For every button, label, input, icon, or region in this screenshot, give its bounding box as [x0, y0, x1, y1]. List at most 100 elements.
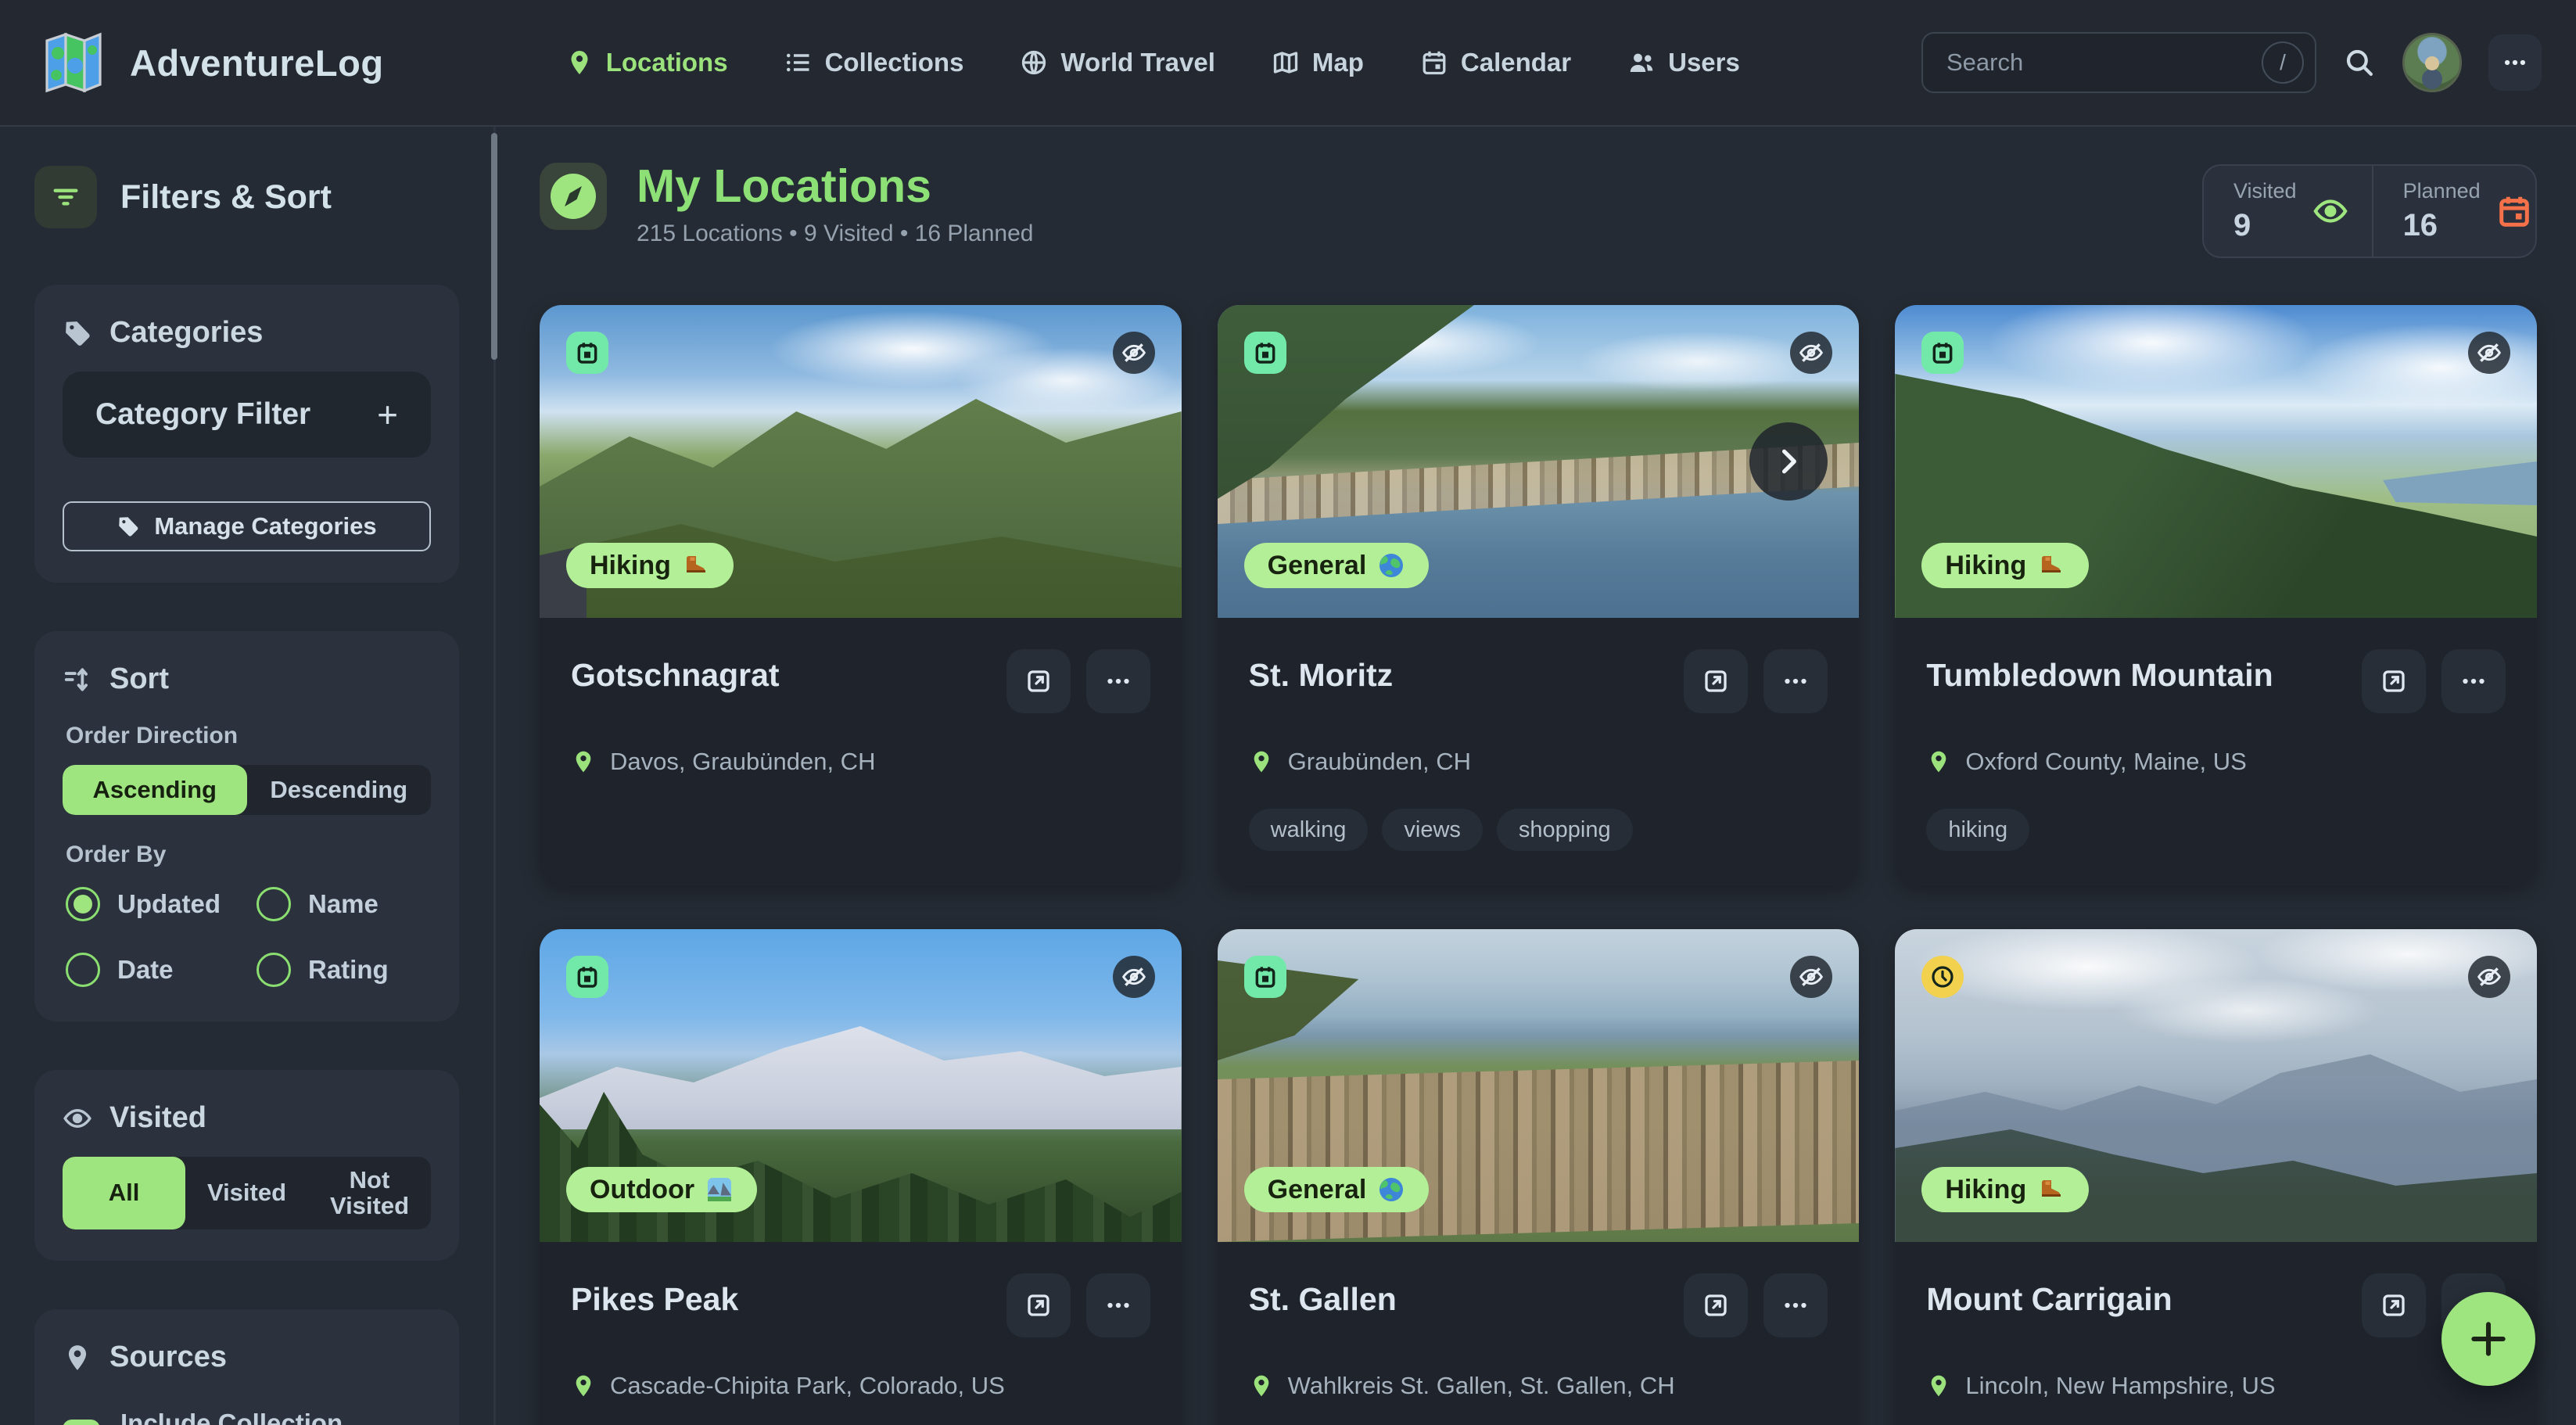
- open-location-button[interactable]: [2362, 1273, 2426, 1337]
- search-input[interactable]: [1946, 48, 2262, 77]
- hiking-boot-icon: [2037, 551, 2065, 580]
- visited-stat-value: 9: [2233, 208, 2297, 243]
- list-icon: [784, 48, 813, 77]
- location-photo[interactable]: Hiking: [1895, 929, 2537, 1242]
- include-collection-locations-checkbox-row[interactable]: Include Collection Locations: [63, 1409, 431, 1425]
- map-pin-icon: [63, 1343, 92, 1373]
- search-button[interactable]: [2343, 46, 2376, 79]
- segment-all[interactable]: All: [63, 1157, 185, 1229]
- nav-label: World Travel: [1060, 48, 1214, 77]
- user-avatar[interactable]: [2402, 33, 2462, 92]
- location-photo[interactable]: Hiking: [540, 305, 1182, 618]
- visited-section: Visited All Visited Not Visited: [34, 1070, 459, 1261]
- map-icon: [1272, 48, 1300, 77]
- location-card: Hiking Mount Carrigain: [1895, 929, 2537, 1425]
- nav-item-collections[interactable]: Collections: [784, 48, 964, 77]
- eye-off-icon: [1121, 340, 1146, 365]
- radio-name[interactable]: Name: [257, 887, 428, 921]
- carousel-next-button[interactable]: [1749, 422, 1828, 501]
- adventurelog-app: AdventureLog Locations Collections World…: [0, 0, 2576, 1425]
- nav-item-calendar[interactable]: Calendar: [1420, 48, 1571, 77]
- segment-not-visited[interactable]: Not Visited: [308, 1157, 431, 1229]
- open-location-button[interactable]: [1006, 1273, 1071, 1337]
- planned-stat: Planned 16: [2372, 166, 2556, 257]
- radio-circle: [66, 887, 100, 921]
- category-pill: General: [1244, 543, 1430, 588]
- sort-section: Sort Order Direction Ascending Descendin…: [34, 631, 459, 1021]
- compass-icon-box: [540, 163, 607, 230]
- planned-stat-label: Planned: [2403, 179, 2481, 203]
- checkbox-checked: [63, 1420, 100, 1425]
- radio-rating[interactable]: Rating: [257, 953, 428, 987]
- card-menu-button[interactable]: [1086, 649, 1150, 713]
- card-menu-button[interactable]: [1763, 649, 1828, 713]
- add-location-button[interactable]: [2441, 1292, 2535, 1386]
- manage-categories-button[interactable]: Manage Categories: [63, 501, 431, 551]
- location-card: Outdoor Pikes Peak: [540, 929, 1182, 1425]
- include-collection-locations-label: Include Collection Locations: [120, 1409, 431, 1425]
- location-row: Wahlkreis St. Gallen, St. Gallen, CH: [1249, 1372, 1828, 1400]
- search-icon: [2343, 46, 2376, 79]
- map-pin-icon: [1926, 749, 1951, 774]
- card-body: St. Gallen: [1218, 1242, 1860, 1425]
- nav-label: Calendar: [1461, 48, 1571, 77]
- expand-plus-icon: +: [377, 393, 398, 436]
- location-photo[interactable]: Outdoor: [540, 929, 1182, 1242]
- location-card: General St. Moritz: [1218, 305, 1860, 885]
- planned-stat-value: 16: [2403, 208, 2481, 243]
- hiking-boot-icon: [2037, 1176, 2065, 1204]
- eye-off-icon: [1799, 964, 1824, 989]
- radio-date[interactable]: Date: [66, 953, 257, 987]
- eye-off-badge: [2468, 956, 2510, 998]
- location-title: St. Moritz: [1249, 649, 1393, 694]
- location-text: Davos, Graubünden, CH: [610, 748, 875, 776]
- segment-ascending[interactable]: Ascending: [63, 765, 247, 815]
- eye-off-badge: [1790, 956, 1832, 998]
- sort-header: Sort: [63, 662, 431, 696]
- tag-row: hiking: [1926, 809, 2506, 851]
- overflow-menu-button[interactable]: [2488, 34, 2542, 91]
- open-location-button[interactable]: [1684, 1273, 1748, 1337]
- globe-emoji-icon: [1377, 551, 1405, 580]
- nav-item-map[interactable]: Map: [1272, 48, 1364, 77]
- location-photo[interactable]: General: [1218, 929, 1860, 1242]
- open-location-button[interactable]: [1684, 649, 1748, 713]
- map-pin-icon: [565, 48, 594, 77]
- card-menu-button[interactable]: [1763, 1273, 1828, 1337]
- card-body: Tumbledown Mountain: [1895, 618, 2537, 885]
- location-photo[interactable]: General: [1218, 305, 1860, 618]
- card-menu-button[interactable]: [1086, 1273, 1150, 1337]
- filters-title: Filters & Sort: [120, 178, 332, 217]
- ellipsis-icon: [2502, 49, 2528, 76]
- ellipsis-icon: [2459, 667, 2488, 695]
- open-location-button[interactable]: [2362, 649, 2426, 713]
- radio-updated[interactable]: Updated: [66, 887, 257, 921]
- hiking-boot-icon: [682, 551, 710, 580]
- category-label: General: [1268, 1175, 1367, 1205]
- brand[interactable]: AdventureLog: [34, 25, 384, 100]
- sidebar-scrollbar[interactable]: [491, 133, 497, 360]
- location-text: Graubünden, CH: [1288, 748, 1471, 776]
- segment-visited[interactable]: Visited: [185, 1157, 308, 1229]
- category-filter-toggle[interactable]: Category Filter +: [63, 372, 431, 458]
- location-photo[interactable]: Hiking: [1895, 305, 2537, 618]
- park-emoji-icon: [705, 1176, 734, 1204]
- radio-circle: [257, 953, 291, 987]
- tag: views: [1382, 809, 1483, 851]
- eye-off-badge: [1790, 332, 1832, 374]
- location-text: Oxford County, Maine, US: [1965, 748, 2247, 776]
- nav-item-world-travel[interactable]: World Travel: [1020, 48, 1214, 77]
- nav-item-users[interactable]: Users: [1627, 48, 1740, 77]
- tag-icon: [63, 318, 92, 348]
- card-menu-button[interactable]: [2441, 649, 2506, 713]
- card-body: St. Moritz: [1218, 618, 1860, 885]
- location-text: Wahlkreis St. Gallen, St. Gallen, CH: [1288, 1372, 1675, 1400]
- segment-descending[interactable]: Descending: [247, 765, 432, 815]
- category-label: Hiking: [1945, 551, 2026, 581]
- map-pin-icon: [571, 749, 596, 774]
- open-location-button[interactable]: [1006, 649, 1071, 713]
- nav-item-locations[interactable]: Locations: [565, 48, 728, 77]
- locations-grid: Hiking Gotschnagrat: [540, 305, 2537, 1425]
- eye-off-icon: [2477, 340, 2502, 365]
- visited-toggle: All Visited Not Visited: [63, 1157, 431, 1229]
